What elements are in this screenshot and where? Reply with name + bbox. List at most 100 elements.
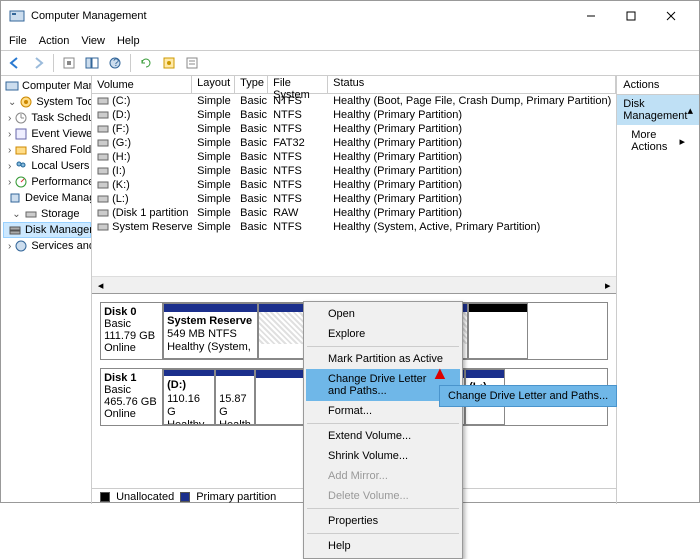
volume-type: Basic — [235, 109, 268, 121]
menu-file[interactable]: File — [9, 35, 27, 47]
volume-row[interactable]: (C:)SimpleBasicNTFSHealthy (Boot, Page F… — [92, 94, 616, 108]
col-type[interactable]: Type — [235, 76, 268, 94]
menu-shrink-volume[interactable]: Shrink Volume... — [306, 446, 460, 466]
tree-device-manager[interactable]: Device Manager — [3, 190, 91, 206]
menu-bar: File Action View Help — [1, 31, 699, 50]
refresh-button[interactable] — [136, 53, 156, 73]
volume-row[interactable]: (H:)SimpleBasicNTFSHealthy (Primary Part… — [92, 150, 616, 164]
volume-name: (Disk 1 partition 2) — [112, 207, 192, 219]
tree-shared-folders[interactable]: ›Shared Folders — [3, 142, 91, 158]
menu-add-mirror[interactable]: Add Mirror... — [306, 466, 460, 486]
maximize-button[interactable] — [611, 2, 651, 30]
col-layout[interactable]: Layout — [192, 76, 235, 94]
console-tree[interactable]: Computer Management (Local ⌄System Tools… — [1, 76, 92, 504]
title-bar: Computer Management — [1, 1, 699, 31]
volume-type: Basic — [235, 207, 268, 219]
volume-type: Basic — [235, 123, 268, 135]
volume-layout: Simple — [192, 151, 235, 163]
menu-format[interactable]: Format... — [306, 401, 460, 421]
window-title: Computer Management — [31, 10, 571, 22]
legend-label-unallocated: Unallocated — [116, 491, 174, 503]
volume-icon — [97, 109, 109, 121]
collapse-icon: ▴ — [687, 104, 693, 117]
context-menu: Open Explore Mark Partition as Active Ch… — [303, 301, 463, 559]
up-button[interactable] — [59, 53, 79, 73]
partition-status: Healthy (System, — [167, 341, 251, 353]
menu-help[interactable]: Help — [306, 536, 460, 556]
volume-row[interactable]: (Disk 1 partition 2)SimpleBasicRAWHealth… — [92, 206, 616, 220]
col-status[interactable]: Status — [328, 76, 616, 94]
partition-color-bar — [164, 304, 257, 312]
tree-local-users[interactable]: ›Local Users and Groups — [3, 158, 91, 174]
settings-button[interactable] — [182, 53, 202, 73]
menu-action[interactable]: Action — [39, 35, 70, 47]
partition-color-bar — [469, 304, 527, 312]
disk-info[interactable]: Disk 0Basic111.79 GBOnline — [101, 303, 163, 359]
col-volume[interactable]: Volume — [92, 76, 192, 94]
minimize-button[interactable] — [571, 2, 611, 30]
show-hide-tree-button[interactable] — [82, 53, 102, 73]
app-icon — [9, 8, 25, 24]
scroll-left-button[interactable]: ◂ — [92, 277, 109, 294]
menu-delete-volume[interactable]: Delete Volume... — [306, 486, 460, 506]
actions-disk-management[interactable]: Disk Management ▴ — [617, 95, 699, 125]
volume-layout: Simple — [192, 207, 235, 219]
volume-row[interactable]: System Reserved (K:)SimpleBasicNTFSHealt… — [92, 220, 616, 234]
menu-open[interactable]: Open — [306, 304, 460, 324]
volume-row[interactable]: (F:)SimpleBasicNTFSHealthy (Primary Part… — [92, 122, 616, 136]
scroll-right-button[interactable]: ▸ — [599, 277, 616, 294]
tree-task-scheduler[interactable]: ›Task Scheduler — [3, 110, 91, 126]
close-button[interactable] — [651, 2, 691, 30]
volume-list[interactable]: (C:)SimpleBasicNTFSHealthy (Boot, Page F… — [92, 94, 616, 276]
tree-system-tools[interactable]: ⌄System Tools — [3, 94, 91, 110]
volume-row[interactable]: (D:) SimpleBasicNTFSHealthy (Primary Part… — [92, 108, 616, 122]
disk-info[interactable]: Disk 1Basic465.76 GBOnline — [101, 369, 163, 425]
partition[interactable]: System Reserve549 MB NTFSHealthy (System… — [163, 303, 258, 359]
volume-type: Basic — [235, 221, 268, 233]
tree-storage[interactable]: ⌄Storage — [3, 206, 91, 222]
volume-layout: Simple — [192, 165, 235, 177]
menu-explore[interactable]: Explore — [306, 324, 460, 344]
tree-disk-management[interactable]: Disk Management — [3, 222, 91, 238]
disk-size: 465.76 GB — [104, 396, 159, 408]
volume-icon — [97, 95, 109, 107]
volume-status: Healthy (Boot, Page File, Crash Dump, Pr… — [328, 95, 616, 107]
volume-status: Healthy (Primary Partition) — [328, 179, 616, 191]
menu-extend-volume[interactable]: Extend Volume... — [306, 426, 460, 446]
tree-event-viewer[interactable]: ›Event Viewer — [3, 126, 91, 142]
forward-button[interactable] — [28, 53, 48, 73]
help-button[interactable]: ? — [105, 53, 125, 73]
tree-root[interactable]: Computer Management (Local — [3, 78, 91, 94]
volume-name: (G:) — [112, 137, 131, 149]
properties-button[interactable] — [159, 53, 179, 73]
partition[interactable] — [468, 303, 528, 359]
volume-icon — [97, 151, 109, 163]
horizontal-scrollbar[interactable]: ◂ ▸ — [92, 276, 616, 293]
actions-more-actions[interactable]: More Actions ▸ — [617, 125, 699, 157]
menu-properties[interactable]: Properties — [306, 511, 460, 531]
volume-fs: NTFS — [268, 109, 328, 121]
menu-view[interactable]: View — [81, 35, 105, 47]
volume-status: Healthy (Primary Partition) — [328, 151, 616, 163]
tree-services-apps[interactable]: ›Services and Applications — [3, 238, 91, 254]
back-button[interactable] — [5, 53, 25, 73]
volume-row[interactable]: (G:)SimpleBasicFAT32Healthy (Primary Par… — [92, 136, 616, 150]
volume-fs: FAT32 — [268, 137, 328, 149]
volume-name: (D:) — [112, 109, 130, 121]
partition[interactable]: 15.87 GHealth — [215, 369, 255, 425]
volume-row[interactable]: (L:)SimpleBasicNTFSHealthy (Primary Part… — [92, 192, 616, 206]
volume-icon — [97, 123, 109, 135]
tree-performance[interactable]: ›Performance — [3, 174, 91, 190]
volume-name: (L:) — [112, 193, 129, 205]
col-fs[interactable]: File System — [268, 76, 328, 94]
volume-icon — [97, 207, 109, 219]
volume-layout: Simple — [192, 109, 235, 121]
volume-status: Healthy (Primary Partition) — [328, 109, 616, 121]
disk-name: Disk 1 — [104, 372, 159, 384]
partition[interactable]: (D:)110.16 GHealthy — [163, 369, 215, 425]
volume-status: Healthy (System, Active, Primary Partiti… — [328, 221, 616, 233]
menu-help[interactable]: Help — [117, 35, 140, 47]
volume-row[interactable]: (K:)SimpleBasicNTFSHealthy (Primary Part… — [92, 178, 616, 192]
volume-row[interactable]: (I:)SimpleBasicNTFSHealthy (Primary Part… — [92, 164, 616, 178]
partition-status: Health — [219, 419, 251, 424]
